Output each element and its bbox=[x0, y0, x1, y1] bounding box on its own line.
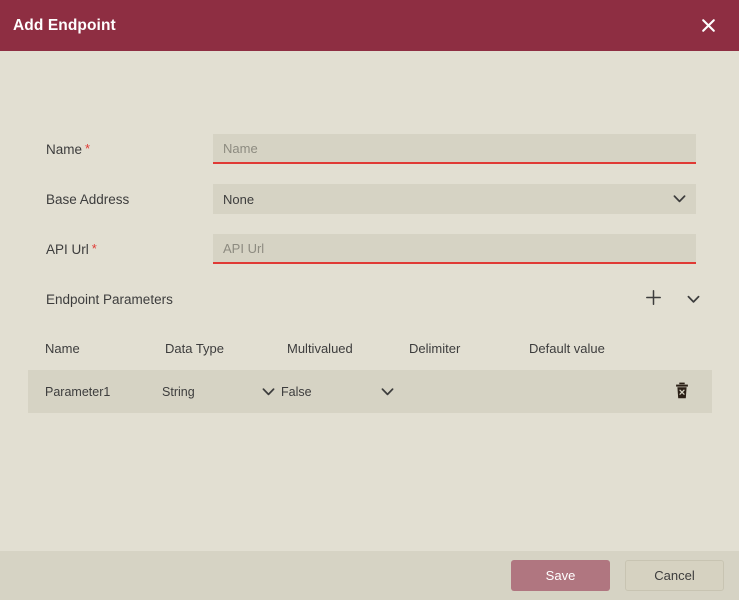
column-header-delimiter: Delimiter bbox=[409, 340, 461, 356]
api-url-input[interactable] bbox=[213, 234, 696, 264]
control-api-url bbox=[213, 234, 696, 264]
endpoint-parameters-actions bbox=[644, 290, 702, 308]
name-input[interactable] bbox=[213, 134, 696, 164]
parameter-name: Parameter1 bbox=[45, 384, 111, 399]
chevron-down-icon bbox=[381, 387, 394, 396]
trash-icon bbox=[675, 382, 689, 402]
label-endpoint-parameters: Endpoint Parameters bbox=[46, 291, 173, 307]
form-row-name: Name * bbox=[0, 124, 739, 174]
chevron-down-icon bbox=[687, 292, 700, 307]
data-type-select[interactable]: String bbox=[162, 382, 281, 402]
column-header-default-value: Default value bbox=[529, 340, 605, 356]
multivalued-value: False bbox=[280, 384, 312, 399]
cancel-button[interactable]: Cancel bbox=[625, 560, 724, 591]
dialog-body: Name* Base Address None bbox=[0, 51, 739, 551]
base-address-value: None bbox=[223, 191, 255, 207]
label-name: Name * bbox=[46, 141, 91, 157]
parameters-table: Name Data Type Multivalued Delimiter Def… bbox=[28, 334, 712, 413]
column-header-multivalued: Multivalued bbox=[287, 340, 353, 356]
parameters-table-header: Name Data Type Multivalued Delimiter Def… bbox=[28, 334, 712, 362]
label-base-address: Base Address bbox=[46, 191, 130, 207]
close-button[interactable] bbox=[693, 11, 723, 41]
chevron-down-icon bbox=[262, 387, 275, 396]
form-row-api-url: API Url * bbox=[0, 224, 739, 274]
dialog-footer: Save Cancel bbox=[0, 551, 739, 600]
control-name bbox=[213, 134, 696, 164]
add-endpoint-dialog: Add Endpoint Name* Base Address bbox=[0, 0, 739, 600]
dialog-header: Add Endpoint bbox=[0, 0, 739, 51]
column-header-data-type: Data Type bbox=[165, 340, 225, 356]
parameter-row-actions bbox=[673, 382, 712, 402]
dialog-title: Add Endpoint bbox=[13, 16, 116, 34]
required-asterisk: * bbox=[85, 141, 91, 156]
table-row: Parameter1 String False bbox=[28, 370, 712, 413]
parameter-multivalued-cell: False bbox=[281, 382, 400, 402]
base-address-select[interactable]: None bbox=[213, 184, 696, 214]
column-header-name: Name bbox=[45, 340, 80, 356]
plus-icon bbox=[645, 289, 662, 309]
add-parameter-button[interactable] bbox=[644, 290, 662, 308]
required-asterisk: * bbox=[91, 241, 97, 256]
data-type-value: String bbox=[162, 384, 195, 399]
save-button[interactable]: Save bbox=[511, 560, 610, 591]
form-row-base-address: Base Address None bbox=[0, 174, 739, 224]
chevron-down-icon bbox=[673, 195, 686, 204]
endpoint-parameters-header: Endpoint Parameters bbox=[0, 274, 739, 324]
multivalued-select[interactable]: False bbox=[281, 382, 400, 402]
parameter-data-type-cell: String bbox=[162, 382, 281, 402]
delete-parameter-button[interactable] bbox=[673, 382, 691, 402]
control-base-address: None bbox=[213, 184, 696, 214]
close-icon bbox=[700, 17, 717, 34]
label-api-url: API Url * bbox=[46, 241, 97, 257]
collapse-parameters-button[interactable] bbox=[684, 290, 702, 308]
